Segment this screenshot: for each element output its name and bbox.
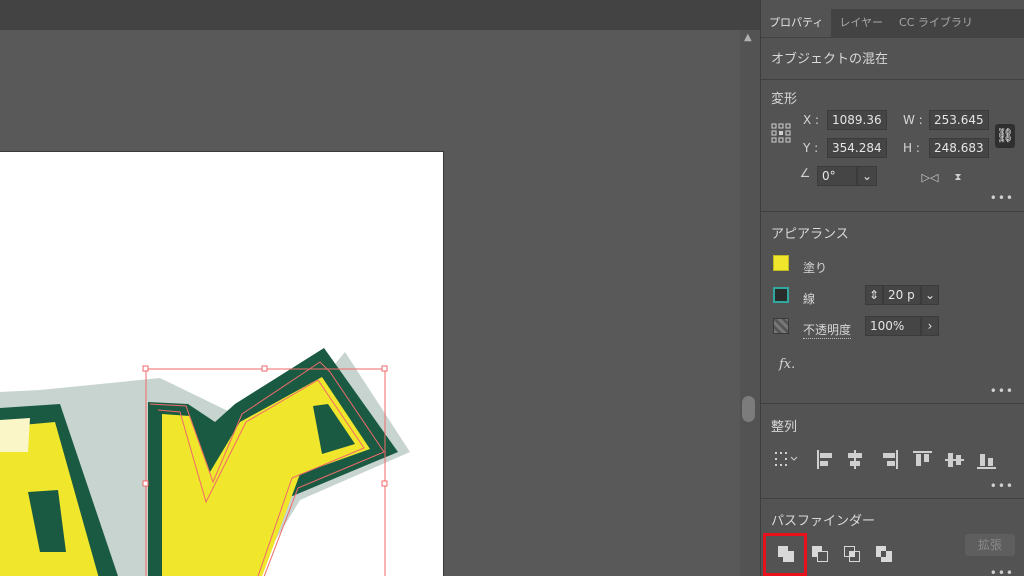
- x-label: X :: [803, 113, 820, 127]
- bbox-handle-tr[interactable]: [381, 365, 388, 372]
- scroll-up-icon[interactable]: ▲: [744, 32, 752, 43]
- stroke-label[interactable]: 線: [803, 290, 815, 307]
- divider: [761, 211, 1024, 212]
- selection-title: オブジェクトの混在: [771, 52, 889, 67]
- divider: [761, 79, 1024, 80]
- align-buttons: [761, 449, 1024, 471]
- canvas[interactable]: [0, 30, 740, 576]
- panel-tabs: プロパティ レイヤー CC ライブラリ: [761, 9, 1024, 37]
- flip-horizontal-icon[interactable]: ▷◁: [921, 168, 939, 186]
- w-field[interactable]: 253.645: [929, 110, 989, 130]
- opacity-swatch: [773, 318, 789, 334]
- align-bottom-icon[interactable]: [977, 454, 996, 469]
- tab-layers[interactable]: レイヤー: [831, 9, 891, 37]
- x-field[interactable]: 1089.36: [827, 110, 887, 130]
- stroke-dropdown-chevron-icon[interactable]: ⌄: [921, 285, 939, 305]
- rotate-angle-icon: ∠: [799, 166, 811, 180]
- stroke-width-field[interactable]: 20 p: [883, 285, 921, 305]
- pathfinder-title: パスファインダー: [771, 514, 876, 529]
- align-title: 整列: [771, 420, 798, 435]
- stroke-swatch[interactable]: [773, 287, 789, 303]
- opacity-field[interactable]: 100%: [865, 316, 921, 336]
- rotate-dropdown-chevron-icon[interactable]: ⌄: [857, 166, 877, 186]
- appearance-more-icon[interactable]: •••: [990, 384, 1014, 398]
- align-horizontal-center-icon[interactable]: [848, 450, 862, 469]
- bbox-handle-mr[interactable]: [381, 480, 388, 487]
- y-label: Y :: [803, 141, 819, 155]
- flip-vertical-icon[interactable]: ⧗: [949, 168, 967, 186]
- divider: [761, 403, 1024, 404]
- align-vertical-center-icon[interactable]: [945, 453, 964, 467]
- align-right-icon[interactable]: [883, 450, 898, 469]
- y-field[interactable]: 354.284: [827, 138, 887, 158]
- divider: [761, 498, 1024, 499]
- bbox-handle-tl[interactable]: [142, 365, 149, 372]
- appearance-title: アピアランス: [771, 227, 849, 242]
- tab-cc-libraries[interactable]: CC ライブラリ: [891, 9, 981, 37]
- h-field[interactable]: 248.683: [929, 138, 989, 158]
- align-top-icon[interactable]: [913, 451, 932, 466]
- align-to-selection-icon[interactable]: [775, 452, 798, 466]
- tab-properties[interactable]: プロパティ: [761, 9, 832, 37]
- minus-front-icon[interactable]: [809, 542, 831, 566]
- stroke-stepper-icon[interactable]: ⇕: [865, 285, 883, 305]
- transform-more-icon[interactable]: •••: [990, 191, 1014, 205]
- vertical-scrollbar[interactable]: ▲: [740, 30, 758, 576]
- properties-panel: プロパティ レイヤー CC ライブラリ オブジェクトの混在 変形 X : 108…: [760, 0, 1024, 576]
- exclude-icon[interactable]: [873, 542, 895, 566]
- artwork[interactable]: [0, 152, 444, 576]
- reference-point-icon[interactable]: [771, 123, 791, 143]
- w-label: W :: [903, 113, 923, 127]
- bbox-handle-tc[interactable]: [261, 365, 268, 372]
- expand-button[interactable]: 拡張: [965, 534, 1015, 556]
- artboard[interactable]: [0, 151, 444, 576]
- rotate-field[interactable]: 0°: [817, 166, 857, 186]
- fx-icon[interactable]: fx.: [779, 357, 795, 372]
- fill-label: 塗り: [803, 261, 828, 275]
- intersect-icon[interactable]: [841, 542, 863, 566]
- letter-highlight: [0, 418, 30, 452]
- h-label: H :: [903, 141, 920, 155]
- transform-title: 変形: [771, 92, 798, 107]
- tab-underline: [761, 37, 1024, 38]
- constrain-proportions-icon[interactable]: ⛓: [995, 124, 1015, 148]
- opacity-label[interactable]: 不透明度: [803, 321, 852, 339]
- align-left-icon[interactable]: [817, 450, 832, 469]
- align-more-icon[interactable]: •••: [990, 479, 1014, 493]
- bbox-handle-ml[interactable]: [142, 480, 149, 487]
- pathfinder-more-icon[interactable]: •••: [990, 566, 1014, 576]
- highlight-box: [763, 533, 807, 576]
- fill-swatch[interactable]: [773, 255, 789, 271]
- opacity-arrow-icon[interactable]: ›: [921, 316, 939, 336]
- scroll-thumb[interactable]: [742, 396, 755, 422]
